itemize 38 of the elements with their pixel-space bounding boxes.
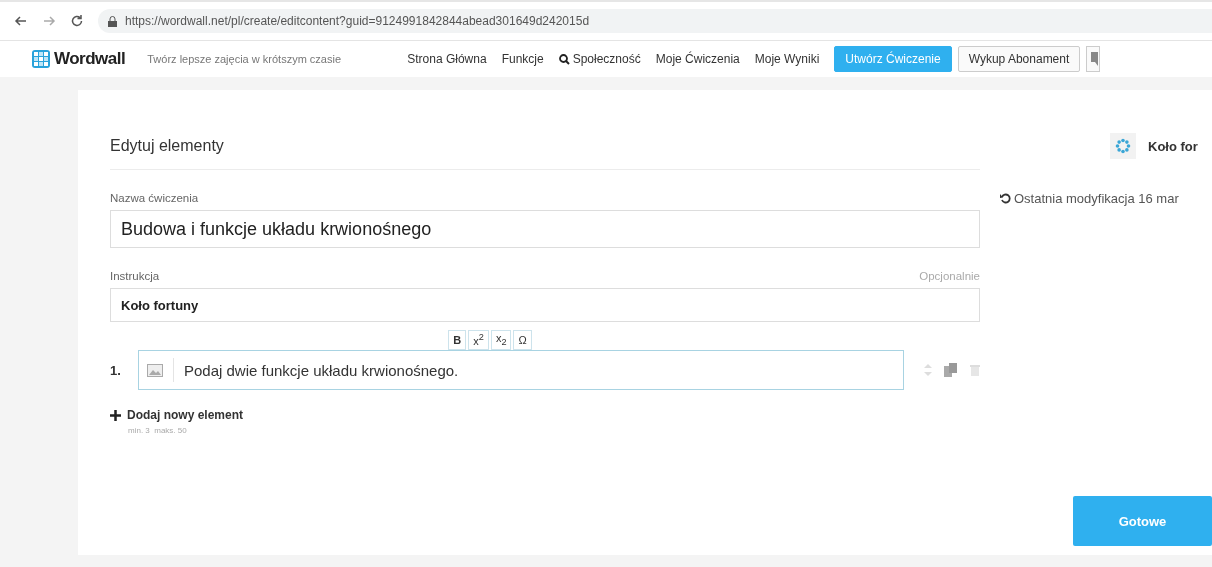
subscribe-button[interactable]: Wykup Abonament — [957, 46, 1081, 72]
nav-link[interactable]: Strona Główna — [407, 52, 487, 66]
nav-link[interactable]: Moje Wyniki — [754, 52, 820, 66]
tagline: Twórz lepsze zajęcia w krótszym czasie — [147, 53, 343, 65]
copy-icon[interactable] — [944, 363, 958, 377]
item-number: 1. — [110, 362, 122, 378]
history-icon — [1000, 193, 1011, 204]
back-icon[interactable] — [14, 14, 28, 28]
template-name: Koło for — [1148, 138, 1198, 154]
forward-icon[interactable] — [42, 14, 56, 28]
input-field[interactable]: Koło fortuny — [110, 288, 980, 322]
field-hint: Opcjonalnie — [919, 270, 980, 282]
format-button[interactable]: x$^{2}$ — [468, 330, 489, 350]
profile-icon[interactable] — [1086, 46, 1101, 72]
nav-link[interactable]: Moje Ćwiczenia — [655, 52, 740, 66]
format-button[interactable]: x$_{2}$ — [490, 330, 512, 350]
address-bar[interactable]: https://wordwall.net/pl/create/editcontent?guid=9124991842844abead301649d242015d — [98, 9, 1212, 33]
format-button[interactable]: B — [448, 330, 467, 350]
format-button[interactable]: Ω — [513, 330, 532, 350]
item-limits: min. 3 maks. 50 — [128, 426, 188, 435]
add-item-link[interactable]: Dodaj nowy element — [110, 408, 980, 422]
plus-icon — [110, 409, 121, 421]
logo[interactable]: Wordwall — [32, 49, 126, 69]
item-field[interactable]: Podaj dwie funkcje układu krwionośnego. — [137, 350, 904, 390]
lock-icon — [108, 15, 117, 27]
reorder-icon[interactable] — [924, 364, 932, 376]
nav-link[interactable]: Funkcje — [501, 52, 544, 66]
reload-icon[interactable] — [70, 14, 84, 28]
last-modified: Ostatnia modyfikacja 16 mar — [1000, 191, 1212, 206]
delete-icon[interactable] — [970, 364, 980, 376]
wheel-icon[interactable] — [1110, 133, 1136, 159]
nav-link[interactable]: Społeczność — [558, 52, 641, 66]
field-label: Instrukcja — [110, 270, 160, 282]
field-label: Nazwa ćwiczenia — [110, 192, 199, 204]
search-icon — [558, 53, 570, 65]
input-field[interactable]: Budowa i funkcje układu krwionośnego — [110, 210, 980, 248]
section-title: Edytuj elementy — [110, 90, 980, 170]
image-icon[interactable] — [146, 363, 163, 377]
